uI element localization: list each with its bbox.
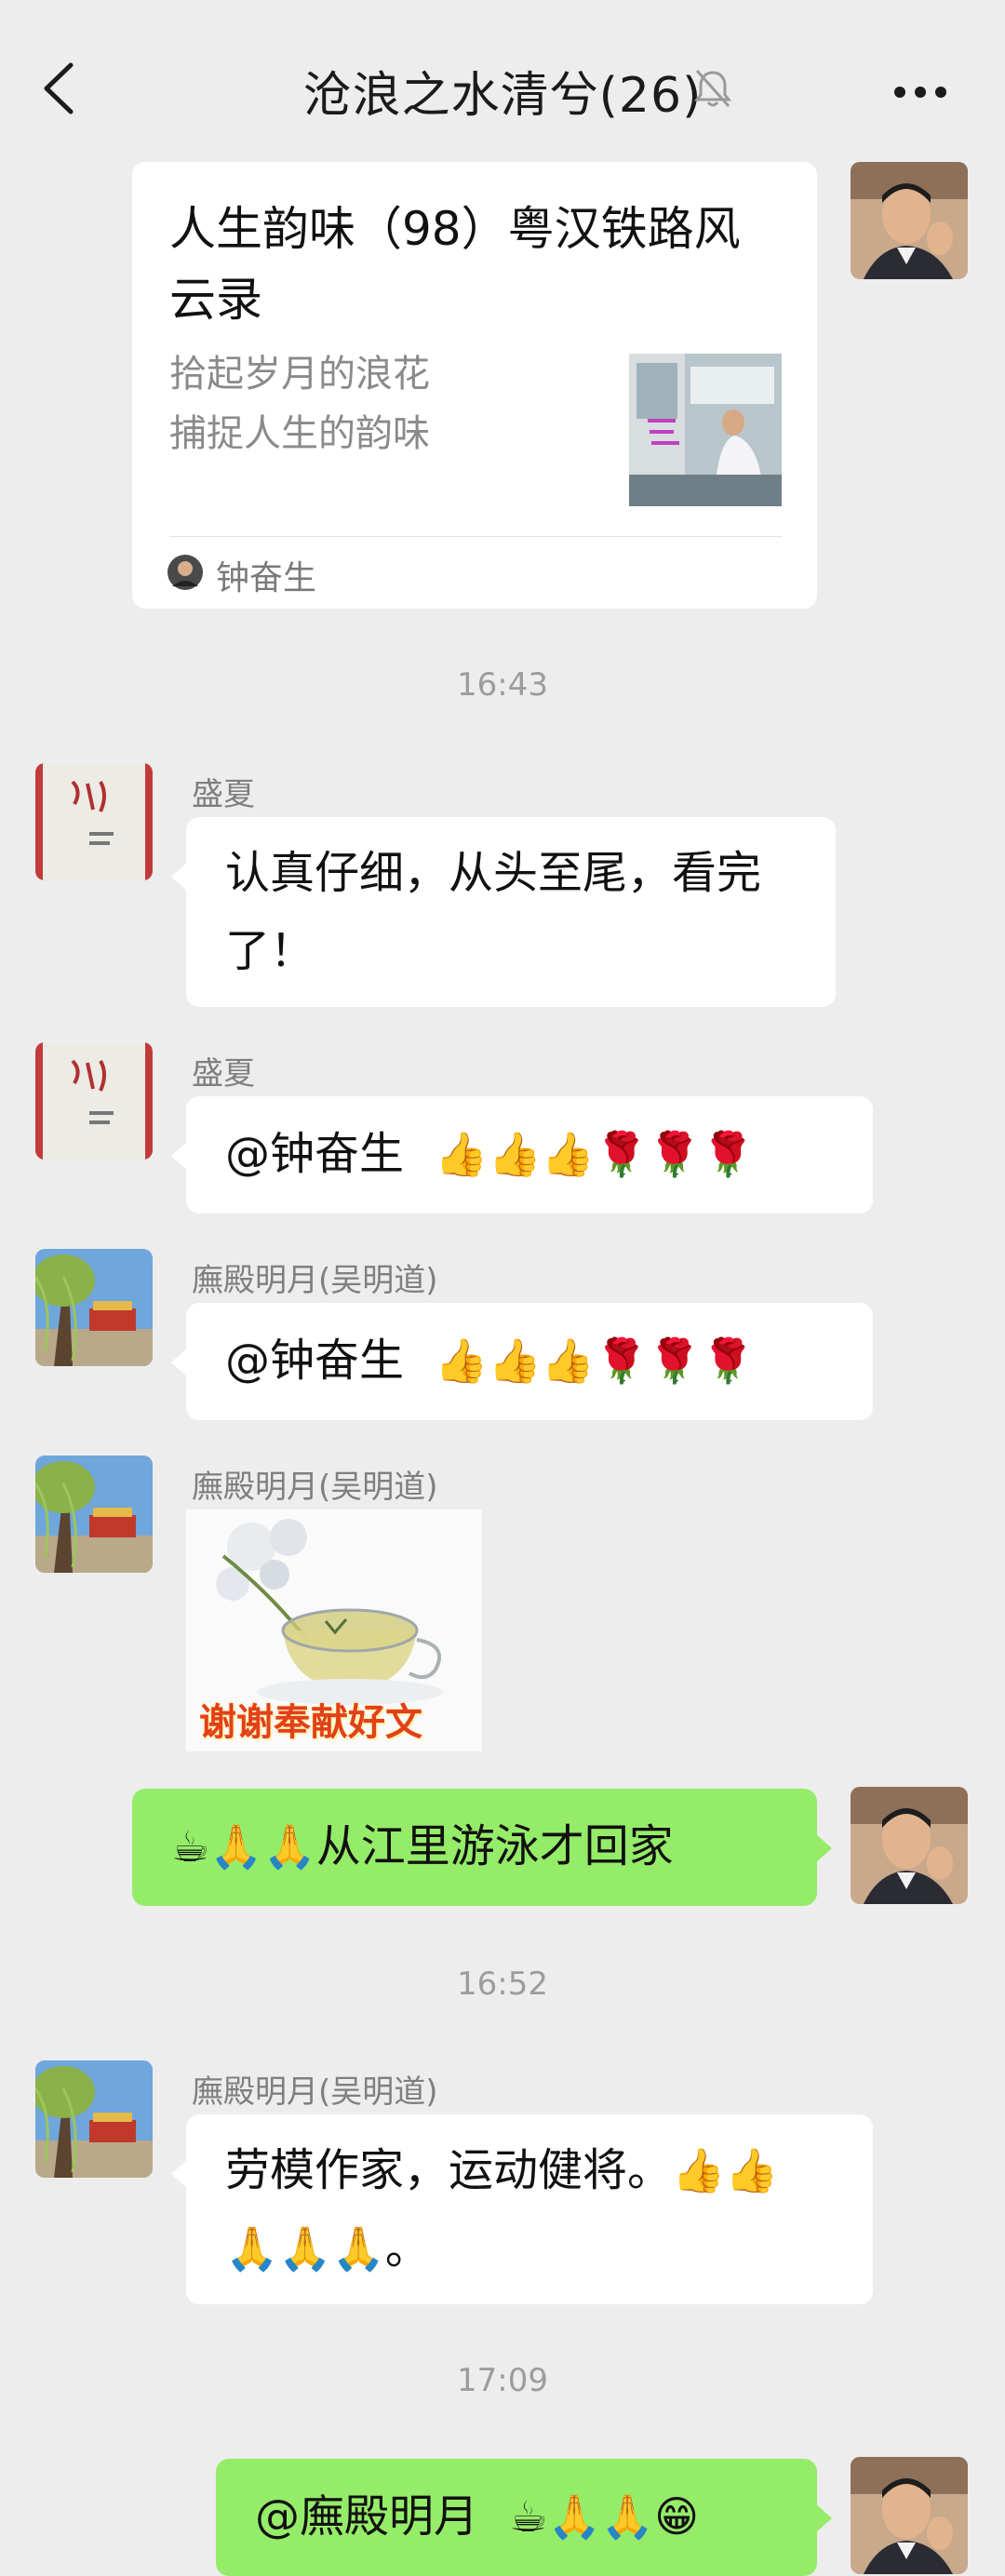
message-emoji: ☕🙏🙏😁 — [509, 2491, 700, 2542]
sender-avatar-wumingdao[interactable] — [35, 1249, 153, 1366]
message-emoji: 👍👍 — [672, 2145, 779, 2195]
sender-avatar-wumingdao[interactable] — [35, 1456, 153, 1573]
sender-name: 廡殿明月(吴明道) — [192, 2073, 438, 2111]
message-text-line: 了！ — [225, 925, 315, 977]
self-message-bubble[interactable]: ☕🙏🙏从江里游泳才回家 — [132, 1789, 832, 1906]
self-avatar[interactable] — [851, 1787, 968, 1904]
message-text: @钟奋生 — [225, 1335, 405, 1387]
link-card-title: 人生韵味（98）粤汉铁路风云录 — [169, 202, 741, 327]
sticker-caption: 谢谢奉献好文 — [199, 1701, 422, 1744]
message-text: 。 — [384, 2222, 430, 2274]
message-text: @廡殿明月 — [255, 2490, 479, 2542]
sender-avatar-wumingdao[interactable] — [35, 2060, 153, 2178]
chat-title: 沧浪之水清兮(26) — [302, 68, 703, 124]
message-text-line: 认真仔细，从头至尾，看完 — [225, 847, 762, 899]
sender-name: 廡殿明月(吴明道) — [192, 1262, 438, 1299]
sender-name: 廡殿明月(吴明道) — [192, 1469, 438, 1506]
message-bubble[interactable]: 认真仔细，从头至尾，看完 了！ — [171, 817, 836, 1007]
link-card[interactable]: 人生韵味（98）粤汉铁路风云录 拾起岁月的浪花 捕捉人生的韵味 钟奋生 — [132, 162, 817, 609]
message-text-line: 🙏🙏🙏。 — [225, 2209, 834, 2288]
message-emoji: 👍👍👍🌹🌹🌹 — [435, 1335, 755, 1386]
more-options-icon[interactable] — [893, 86, 947, 99]
link-card-thumbnail — [629, 354, 782, 506]
message-text: @钟奋生 — [225, 1128, 405, 1180]
link-card-desc-line: 拾起岁月的浪花 — [169, 353, 430, 396]
self-message-bubble[interactable]: @廡殿明月 ☕🙏🙏😁 — [216, 2459, 832, 2576]
message-text: 劳模作家，运动健将。 — [225, 2144, 673, 2196]
timestamp: 16:43 — [457, 666, 548, 704]
sender-name: 盛夏 — [192, 1055, 255, 1093]
message-bubble[interactable]: 劳模作家，运动健将。👍👍 🙏🙏🙏。 — [171, 2114, 873, 2304]
self-avatar[interactable] — [851, 2457, 968, 2574]
link-card-description: 拾起岁月的浪花 捕捉人生的韵味 — [169, 344, 597, 463]
sender-avatar-shengxia[interactable] — [35, 1042, 153, 1160]
message-bubble[interactable]: @钟奋生 👍👍👍🌹🌹🌹 — [171, 1303, 873, 1420]
mute-bell-icon — [693, 69, 732, 108]
message-bubble[interactable]: @钟奋生 👍👍👍🌹🌹🌹 — [171, 1096, 873, 1214]
message-emoji: ☕🙏🙏 — [171, 1821, 316, 1872]
message-emoji: 🙏🙏🙏 — [225, 2223, 385, 2274]
link-card-desc-line: 捕捉人生的韵味 — [169, 412, 430, 455]
timestamp: 16:52 — [457, 1966, 548, 2003]
link-card-divider — [169, 536, 782, 537]
message-text-line: 劳模作家，运动健将。👍👍 — [225, 2131, 834, 2209]
sticker-image[interactable]: 谢谢奉献好文 — [186, 1509, 482, 1751]
chat-header: 沧浪之水清兮(26) — [0, 0, 1005, 177]
timestamp: 17:09 — [457, 2362, 548, 2399]
sender-name: 盛夏 — [192, 776, 255, 813]
source-avatar-icon — [168, 555, 203, 590]
message-emoji: 👍👍👍🌹🌹🌹 — [435, 1129, 755, 1179]
self-avatar[interactable] — [851, 162, 968, 279]
message-text: 从江里游泳才回家 — [315, 1820, 674, 1872]
link-card-source: 钟奋生 — [216, 559, 317, 597]
sender-avatar-shengxia[interactable] — [35, 763, 153, 880]
